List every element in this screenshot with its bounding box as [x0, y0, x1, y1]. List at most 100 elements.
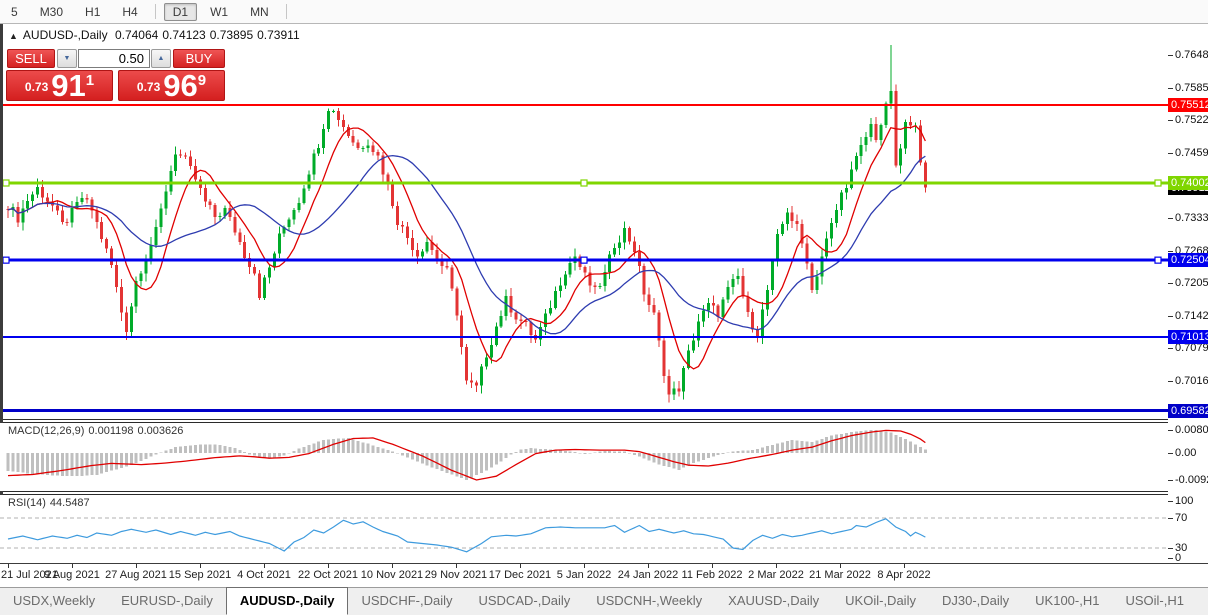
- rsi-tick: [1168, 518, 1173, 519]
- tab-eurusd-daily[interactable]: EURUSD-,Daily: [108, 588, 226, 615]
- tab-hk50-h1[interactable]: HK50-,H1: [1197, 588, 1208, 615]
- price-tick: [1168, 381, 1173, 382]
- symbol-tabbar: USDX,WeeklyEURUSD-,DailyAUDUSD-,DailyUSD…: [0, 587, 1208, 615]
- rsi-tick-label: 0: [1175, 552, 1181, 564]
- time-tick: [648, 564, 649, 568]
- tab-audusd-daily[interactable]: AUDUSD-,Daily: [226, 587, 349, 615]
- time-tick: [712, 564, 713, 568]
- time-tick: [136, 564, 137, 568]
- tab-ukoil-daily[interactable]: UKOil-,Daily: [832, 588, 929, 615]
- time-tick-label: 24 Jan 2022: [616, 569, 680, 581]
- rsi-label: RSI(14)44.5487: [8, 497, 94, 509]
- macd-tick: [1168, 430, 1173, 431]
- price-tick-label: 0.73330: [1175, 212, 1208, 224]
- time-tick-label: 21 Mar 2022: [808, 569, 872, 581]
- tab-usdcad-daily[interactable]: USDCAD-,Daily: [465, 588, 583, 615]
- buy-price-display[interactable]: 0.73 96 9: [118, 70, 225, 101]
- time-tick-label: 8 Apr 2022: [872, 569, 936, 581]
- macd-signal-value: 0.003626: [138, 425, 184, 437]
- price-tick-label: 0.75850: [1175, 82, 1208, 94]
- hline-price-badge: 0.69582: [1168, 404, 1208, 418]
- tab-usdx-weekly[interactable]: USDX,Weekly: [0, 588, 108, 615]
- tab-usdchf-daily[interactable]: USDCHF-,Daily: [348, 588, 465, 615]
- timeframe-button-mn[interactable]: MN: [241, 3, 278, 21]
- price-tick: [1168, 120, 1173, 121]
- time-tick: [8, 564, 9, 568]
- time-axis[interactable]: 21 Jul 20219 Aug 202127 Aug 202115 Sep 2…: [0, 564, 1208, 587]
- macd-tick: [1168, 480, 1173, 481]
- time-tick-label: 29 Nov 2021: [424, 569, 488, 581]
- time-tick: [200, 564, 201, 568]
- timeframe-button-h4[interactable]: H4: [113, 3, 146, 21]
- timeframe-button-h1[interactable]: H1: [76, 3, 109, 21]
- price-tick-label: 0.71425: [1175, 310, 1208, 322]
- buy-price-pip: 9: [198, 72, 206, 89]
- time-tick-label: 2 Mar 2022: [744, 569, 808, 581]
- time-tick: [264, 564, 265, 568]
- ohlc-open: 0.74064: [115, 28, 158, 42]
- time-tick: [776, 564, 777, 568]
- price-tick: [1168, 348, 1173, 349]
- trading-terminal: 5M30H1H4 D1W1MN ▲ AUDUSD-,Daily 0.74064 0.7…: [0, 0, 1208, 615]
- tab-dj30-daily[interactable]: DJ30-,Daily: [929, 588, 1022, 615]
- tab-usoil-h1[interactable]: USOil-,H1: [1112, 588, 1197, 615]
- macd-label: MACD(12,26,9)0.0011980.003626: [8, 425, 187, 437]
- time-tick-label: 15 Sep 2021: [168, 569, 232, 581]
- time-tick: [840, 564, 841, 568]
- timeframe-button-d1[interactable]: D1: [164, 3, 197, 21]
- volume-decrease-button[interactable]: ▼: [57, 49, 77, 68]
- symbol-label: AUDUSD-,Daily: [23, 28, 108, 42]
- time-tick: [456, 564, 457, 568]
- rsi-tick: [1168, 548, 1173, 549]
- time-tick-label: 27 Aug 2021: [104, 569, 168, 581]
- price-axis[interactable]: 0.764800.758500.752200.745900.733300.726…: [1168, 24, 1208, 563]
- sell-price-display[interactable]: 0.73 91 1: [6, 70, 113, 101]
- volume-input[interactable]: 0.50: [78, 49, 150, 68]
- time-tick-label: 4 Oct 2021: [232, 569, 296, 581]
- macd-tick-label: -0.009286: [1175, 474, 1208, 486]
- macd-tick-label: 0.00: [1175, 447, 1196, 459]
- timeframe-button-5[interactable]: 5: [2, 3, 27, 21]
- panel-toggle-icon[interactable]: ▲: [9, 31, 18, 41]
- tab-usdcnh-weekly[interactable]: USDCNH-,Weekly: [583, 588, 715, 615]
- rsi-panel[interactable]: [0, 495, 1168, 563]
- rsi-tick-label: 100: [1175, 495, 1193, 507]
- buy-price-prefix: 0.73: [137, 80, 160, 94]
- ohlc-low: 0.73895: [210, 28, 253, 42]
- hline-price-badge: 0.72504: [1168, 253, 1208, 267]
- price-tick: [1168, 88, 1173, 89]
- tab-xauusd-daily[interactable]: XAUUSD-,Daily: [715, 588, 832, 615]
- hline-price-badge: 0.75512: [1168, 98, 1208, 112]
- tab-uk100-h1[interactable]: UK100-,H1: [1022, 588, 1112, 615]
- time-tick: [328, 564, 329, 568]
- macd-tick: [1168, 453, 1173, 454]
- one-click-trade-panel: SELL ▼ 0.50 ▲ BUY 0.73 91 1 0.73 96 9: [6, 47, 227, 102]
- time-tick-label: 5 Jan 2022: [552, 569, 616, 581]
- buy-price-big: 96: [163, 73, 197, 98]
- timeframe-button-m30[interactable]: M30: [31, 3, 72, 21]
- rsi-name: RSI(14): [8, 497, 46, 509]
- buy-button[interactable]: BUY: [173, 49, 225, 68]
- price-tick: [1168, 153, 1173, 154]
- time-tick-label: 9 Aug 2021: [40, 569, 104, 581]
- hline-price-badge: 0.74002: [1168, 176, 1208, 190]
- toolbar-separator: [286, 4, 287, 19]
- ohlc-high: 0.74123: [162, 28, 205, 42]
- sell-price-pip: 1: [86, 72, 94, 89]
- chevron-down-icon: ▼: [64, 55, 71, 62]
- macd-main-value: 0.001198: [88, 425, 133, 437]
- price-tick: [1168, 55, 1173, 56]
- sell-price-big: 91: [51, 73, 85, 98]
- time-tick-label: 11 Feb 2022: [680, 569, 744, 581]
- price-tick-label: 0.76480: [1175, 49, 1208, 61]
- rsi-canvas[interactable]: [0, 495, 1168, 563]
- chart-title: ▲ AUDUSD-,Daily 0.74064 0.74123 0.73895 0.73…: [9, 28, 304, 42]
- ohlc-close: 0.73911: [257, 28, 300, 42]
- sell-button[interactable]: SELL: [7, 49, 55, 68]
- price-tick: [1168, 316, 1173, 317]
- hline-price-badge: 0.71013: [1168, 330, 1208, 344]
- volume-increase-button[interactable]: ▲: [151, 49, 171, 68]
- timeframe-button-w1[interactable]: W1: [201, 3, 237, 21]
- price-tick-label: 0.70165: [1175, 375, 1208, 387]
- macd-tick-label: 0.008061: [1175, 424, 1208, 436]
